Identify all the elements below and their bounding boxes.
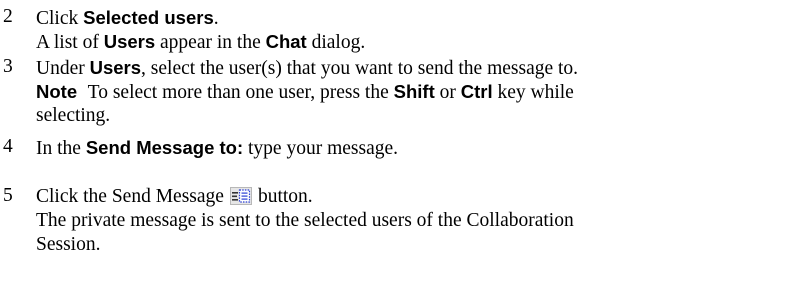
text: button. xyxy=(257,186,313,207)
step-note: Note To select more than one user, press… xyxy=(36,80,574,105)
step-action: Click the Send Message button. xyxy=(36,185,313,209)
step-number: 2 xyxy=(3,6,13,27)
text: , select the user(s) that you want to se… xyxy=(141,58,579,79)
ui-term: Users xyxy=(89,57,142,78)
step-result: The private message is sent to the selec… xyxy=(36,209,574,233)
text: appear in the xyxy=(155,32,266,53)
text: key while xyxy=(492,82,574,103)
text: . xyxy=(213,8,219,29)
text: The private message is sent to the selec… xyxy=(36,210,574,231)
key-name: Ctrl xyxy=(460,81,493,102)
text: To select more than one user, press the xyxy=(83,82,394,103)
text: Session. xyxy=(36,234,101,255)
text: or xyxy=(434,82,461,103)
text: selecting. xyxy=(36,105,111,126)
note-label: Note xyxy=(36,81,78,102)
text: Click the Send Message xyxy=(36,186,224,207)
key-name: Shift xyxy=(393,81,435,102)
text: In the xyxy=(36,138,86,159)
text: Click xyxy=(36,8,84,29)
send-message-icon xyxy=(229,187,252,205)
ui-term: Users xyxy=(103,31,156,52)
step-note-continued: selecting. xyxy=(36,104,110,128)
step-result: A list of Users appear in the Chat dialo… xyxy=(36,30,365,55)
text: dialog. xyxy=(306,32,366,53)
ui-term: Selected users xyxy=(83,7,214,28)
step-number: 5 xyxy=(3,185,13,206)
ui-term: Chat xyxy=(265,31,307,52)
text: A list of xyxy=(36,32,104,53)
step-action: In the Send Message to: type your messag… xyxy=(36,136,398,161)
step-action: Click Selected users. xyxy=(36,6,219,31)
text: type your message. xyxy=(243,138,399,159)
step-result-continued: Session. xyxy=(36,233,100,257)
step-number: 3 xyxy=(3,56,13,77)
step-action: Under Users, select the user(s) that you… xyxy=(36,56,578,81)
step-number: 4 xyxy=(3,136,13,157)
ui-term: Send Message to: xyxy=(85,137,244,158)
text: Under xyxy=(36,58,90,79)
